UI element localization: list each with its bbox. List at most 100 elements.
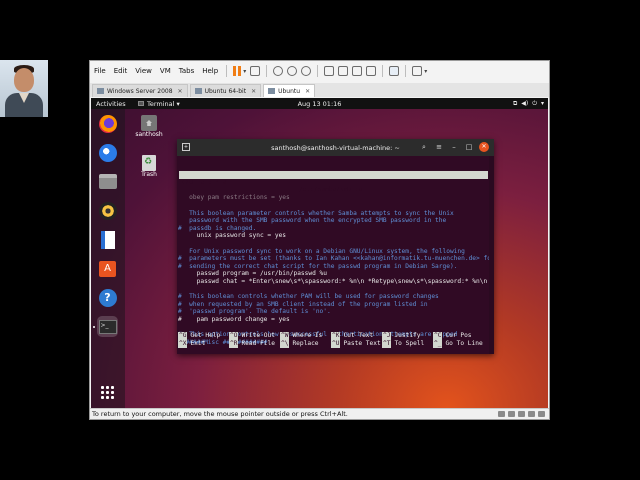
guest-screen[interactable]: Activities Terminal ▾ Aug 13 01:16 ⧉ ◀) … xyxy=(91,98,548,408)
nano-shortcut[interactable]: ^G Get Help xyxy=(178,332,229,340)
nano-file-path: /etc/samba/smb.conf xyxy=(299,186,370,194)
thumbnail-icon[interactable] xyxy=(338,66,349,76)
desktop-icon-trash[interactable]: Trash xyxy=(129,155,169,178)
close-icon[interactable]: ✕ xyxy=(305,88,310,95)
shortcut-label: Replace xyxy=(292,340,319,347)
new-tab-icon[interactable]: + xyxy=(182,143,190,151)
desktop-icon-home[interactable]: santhosh xyxy=(129,115,169,138)
shortcut-label: Get Help xyxy=(190,332,221,339)
close-icon[interactable]: ✕ xyxy=(251,88,256,95)
nano-shortcut[interactable]: ^_ Go To Line xyxy=(433,340,484,348)
nano-shortcut[interactable]: ^J Justify xyxy=(382,332,433,340)
rhythmbox-icon xyxy=(98,201,117,220)
dock-files[interactable] xyxy=(97,171,118,192)
desktop-icon-label: santhosh xyxy=(135,131,163,138)
nano-line: This boolean parameter controls whether … xyxy=(178,209,454,217)
dock-firefox[interactable] xyxy=(97,113,118,134)
nano-shortcut[interactable]: ^U Paste Text xyxy=(331,340,382,348)
nano-shortcut[interactable]: ^\ Replace xyxy=(280,340,331,348)
nano-shortcut[interactable]: ^W Where Is xyxy=(280,332,331,340)
nano-text-area[interactable]: obey pam restrictions = yes This boolean… xyxy=(178,194,494,346)
toolbar-divider xyxy=(405,65,407,77)
show-applications-button[interactable] xyxy=(97,382,118,403)
unity-icon[interactable] xyxy=(366,66,377,76)
writer-icon xyxy=(100,230,115,249)
firefox-icon xyxy=(98,114,117,133)
menu-file[interactable]: File xyxy=(90,67,110,75)
nano-line: unix password sync = yes xyxy=(178,232,287,240)
chevron-down-icon[interactable]: ▾ xyxy=(243,68,246,75)
minimize-icon[interactable]: – xyxy=(449,142,459,152)
thunderbird-icon xyxy=(98,143,117,162)
close-icon[interactable]: ✕ xyxy=(479,142,489,152)
send-keys-icon[interactable] xyxy=(250,66,261,76)
shortcut-key: ^_ xyxy=(433,340,443,348)
tab-ubuntu-64-bit[interactable]: Ubuntu 64-bit ✕ xyxy=(189,84,262,97)
shortcut-label: Justify xyxy=(394,332,421,339)
dock-software[interactable]: A xyxy=(97,258,118,279)
tab-windows-server-2008[interactable]: Windows Server 2008 ✕ xyxy=(92,84,188,97)
snapshot-manager-icon[interactable] xyxy=(301,66,312,76)
nano-editor[interactable]: GNU nano 4.8 /etc/samba/smb.conf obey pa… xyxy=(177,156,494,354)
menu-view[interactable]: View xyxy=(131,67,156,75)
shortcut-label: Paste Text xyxy=(343,340,381,347)
dock-thunderbird[interactable] xyxy=(97,142,118,163)
shortcut-key: ^J xyxy=(382,332,392,340)
close-icon[interactable]: ✕ xyxy=(178,88,183,95)
menu-vm[interactable]: VM xyxy=(156,67,175,75)
terminal-window[interactable]: + santhosh@santhosh-virtual-machine: ~ ⌕… xyxy=(177,139,494,354)
tab-label: Ubuntu xyxy=(278,87,301,95)
nano-shortcut[interactable]: ^T To Spell xyxy=(382,340,433,348)
toolbar-divider xyxy=(226,65,228,77)
stretch-icon[interactable] xyxy=(412,66,423,76)
shortcut-key: ^C xyxy=(433,332,443,340)
nano-line: # passdb is changed. xyxy=(178,224,257,232)
search-icon[interactable]: ⌕ xyxy=(419,142,429,152)
dock-terminal[interactable]: >_ xyxy=(97,316,118,337)
shortcut-key: ^R xyxy=(229,340,239,348)
nano-shortcut[interactable]: ^O Write Out xyxy=(229,332,280,340)
nano-line: For Unix password sync to work on a Debi… xyxy=(178,247,465,255)
cd-drive-icon[interactable] xyxy=(508,411,515,417)
terminal-scrollbar[interactable] xyxy=(489,156,494,354)
snapshot-icon[interactable] xyxy=(273,66,284,76)
maximize-icon[interactable]: □ xyxy=(464,142,474,152)
library-icon[interactable] xyxy=(324,66,335,76)
console-view-icon[interactable] xyxy=(389,66,400,76)
terminal-titlebar[interactable]: + santhosh@santhosh-virtual-machine: ~ ⌕… xyxy=(177,139,494,156)
nano-line: # This boolean controls whether PAM will… xyxy=(178,293,439,301)
dock-help[interactable]: ? xyxy=(97,287,118,308)
vmware-menubar: File Edit View VM Tabs Help ▾ ▾ xyxy=(90,61,549,81)
nano-shortcut[interactable]: ^C Cur Pos xyxy=(433,332,484,340)
sound-icon[interactable] xyxy=(538,411,545,417)
system-menu[interactable]: ⧉ ◀) ⏻ ▾ xyxy=(513,100,544,108)
menu-edit[interactable]: Edit xyxy=(110,67,132,75)
tab-ubuntu[interactable]: Ubuntu ✕ xyxy=(263,84,316,97)
full-screen-icon[interactable] xyxy=(352,66,363,76)
shortcut-key: ^W xyxy=(280,332,290,340)
nano-line: # sending the correct chat script for th… xyxy=(178,262,458,270)
usb-icon[interactable] xyxy=(528,411,535,417)
shortcut-label: Where Is xyxy=(292,332,323,339)
trash-icon xyxy=(142,155,156,171)
chevron-down-icon[interactable]: ▾ xyxy=(424,68,427,75)
nano-header: GNU nano 4.8 /etc/samba/smb.conf xyxy=(179,171,488,193)
nano-line: passwd chat = *Enter\snew\s*\spassword:*… xyxy=(178,277,488,285)
pause-icon[interactable] xyxy=(233,66,242,76)
nano-shortcut[interactable]: ^R Read File xyxy=(229,340,280,348)
menu-tabs[interactable]: Tabs xyxy=(175,67,199,75)
menu-help[interactable]: Help xyxy=(198,67,222,75)
hard-disk-icon[interactable] xyxy=(498,411,505,417)
nano-shortcut[interactable]: ^X Exit xyxy=(178,340,229,348)
terminal-title: santhosh@santhosh-virtual-machine: ~ xyxy=(271,143,400,152)
hamburger-menu-icon[interactable]: ≡ xyxy=(434,142,444,152)
dock-rhythmbox[interactable] xyxy=(97,200,118,221)
clock[interactable]: Aug 13 01:16 xyxy=(91,100,548,108)
shortcut-key: ^\ xyxy=(280,340,290,348)
dock-writer[interactable] xyxy=(97,229,118,250)
revert-snapshot-icon[interactable] xyxy=(287,66,298,76)
nano-shortcut[interactable]: ^K Cut Text xyxy=(331,332,382,340)
network-adapter-icon[interactable] xyxy=(518,411,525,417)
shortcut-key: ^O xyxy=(229,332,239,340)
nano-line xyxy=(178,240,494,248)
